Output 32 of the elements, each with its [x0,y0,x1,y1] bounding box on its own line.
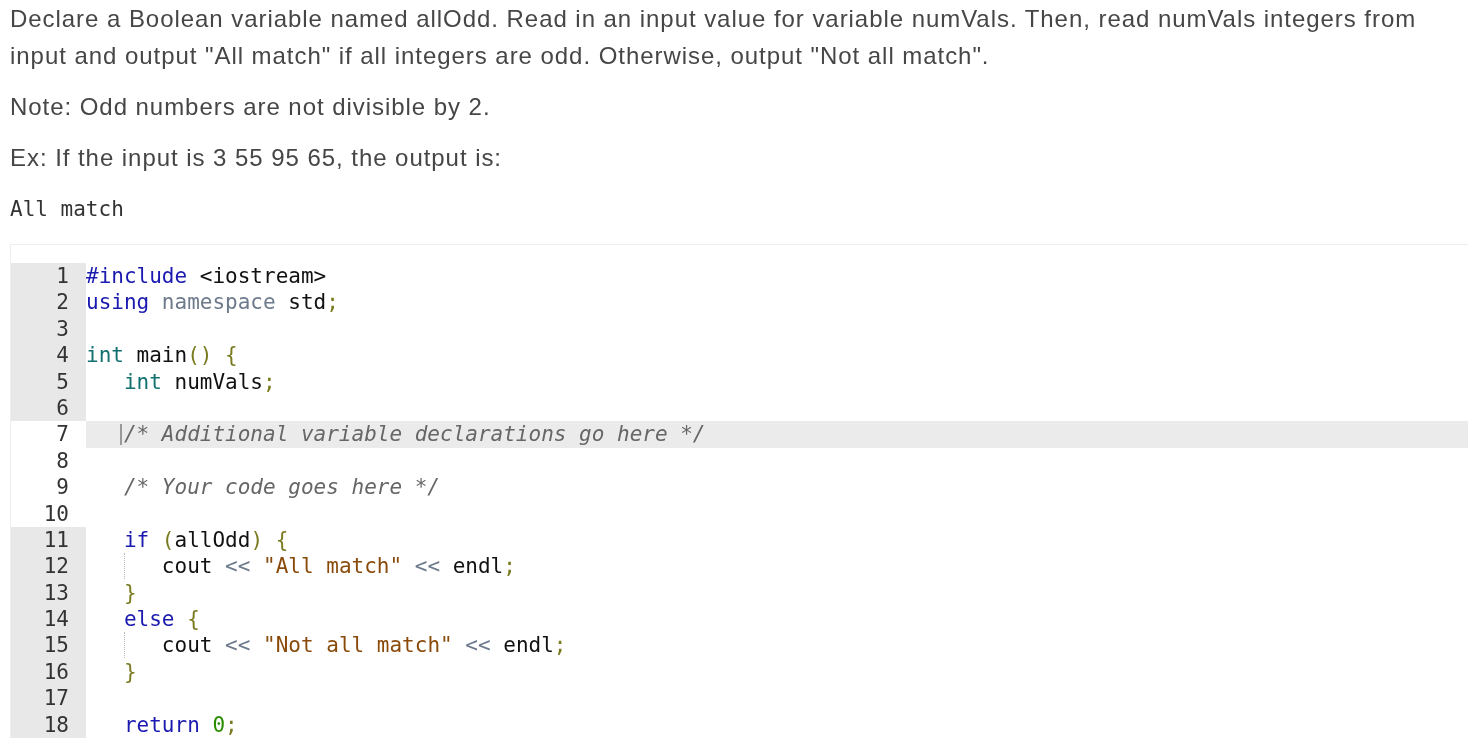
instruction-text: Declare a Boolean variable named allOdd. Read in an input value for variable numVals. Then, read numVals integers from input and output "All match" if all integers are odd. Otherwise, output "Not all match". [10,4,1418,71]
line-number: 2 [11,289,86,316]
line-number: 13 [11,579,86,607]
line-number: 1 [11,263,86,290]
line-number: 16 [11,658,86,686]
code-line: #include <iostream> [86,264,327,288]
instruction-text: Ex: If the input is 3 55 95 65, the output is: [10,143,503,173]
line-number: 14 [11,606,86,633]
line-number: 5 [11,368,86,395]
instruction-text: Note: Odd numbers are not divisible by 2. [10,92,492,122]
line-number: 15 [11,632,86,659]
code-line: int main() { [86,343,238,368]
code-line: cout << "All match" << endl; [160,554,516,579]
code-line: } [122,580,137,605]
code-line: cout << "Not all match" << endl; [160,633,567,658]
line-number: 6 [11,394,86,422]
code-line: int numVals; [122,369,276,394]
line-number: 4 [11,342,86,369]
code-line: /* Additional variable declarations go here */ [122,422,706,447]
line-number: 18 [11,711,86,739]
code-line: /* Your code goes here */ [122,475,440,500]
code-line: else { [122,607,200,632]
code-line: using namespace std; [86,290,339,315]
line-number: 11 [11,526,86,554]
line-number: 3 [11,315,86,343]
code-line: return 0; [122,712,238,737]
sample-output: All match [10,196,125,223]
code-line: if (allOdd) { [122,527,289,552]
code-editor[interactable] [10,244,1468,739]
line-number: 12 [11,553,86,580]
code-line: } [122,659,137,684]
line-number: 17 [11,685,86,712]
